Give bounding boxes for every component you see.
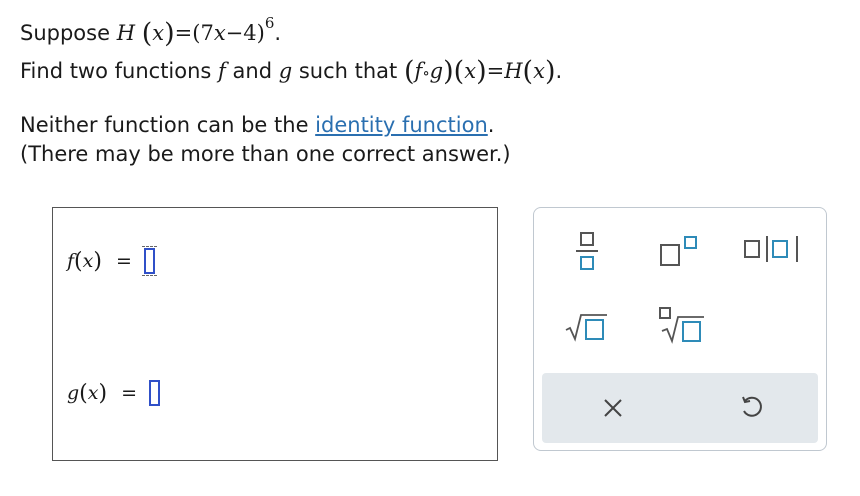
absolute-value-icon[interactable] xyxy=(744,236,804,262)
g-answer-row: g (x) = xyxy=(67,380,160,406)
identity-function-link[interactable]: identity function xyxy=(315,113,488,137)
function-h-symbol: H xyxy=(116,21,136,45)
function-g-symbol: g xyxy=(429,59,444,83)
g-input[interactable] xyxy=(149,380,160,406)
equals-sign: = xyxy=(174,21,193,45)
equals-sign: = xyxy=(486,59,505,83)
g-label: g xyxy=(67,382,80,404)
action-bar xyxy=(542,373,818,443)
fraction-icon[interactable] xyxy=(576,232,598,272)
square-root-glyph xyxy=(565,314,607,342)
equals-sign: = xyxy=(115,250,132,272)
expression-base-end: −4) xyxy=(225,21,265,45)
function-g-symbol: g xyxy=(278,59,293,83)
question-line-4: (There may be more than one correct answ… xyxy=(20,142,511,166)
expression-base: (7 xyxy=(192,21,214,45)
compose-operator: ∘ xyxy=(422,64,430,82)
variable-x: x xyxy=(464,59,477,83)
variable-x: x xyxy=(87,382,99,404)
f-answer-row: f (x) = xyxy=(67,246,157,276)
function-h-symbol: H xyxy=(504,59,523,83)
f-input[interactable] xyxy=(141,246,157,276)
period: . xyxy=(487,113,495,137)
square-root-icon[interactable] xyxy=(564,312,608,342)
question-line-1: Suppose H (x)=(7x−4)6. xyxy=(20,14,282,49)
variable-x: x xyxy=(82,250,94,272)
question-text: Find two functions xyxy=(20,59,212,83)
function-f-symbol: f xyxy=(218,59,226,83)
f-label: f xyxy=(67,250,75,272)
period: . xyxy=(274,21,282,45)
question-text: Suppose xyxy=(20,21,111,45)
period: . xyxy=(555,59,563,83)
variable-x: x xyxy=(152,21,165,45)
question-text: such that xyxy=(298,59,398,83)
question-line-2: Find two functions f and g such that (f∘… xyxy=(20,56,563,87)
nth-root-icon[interactable] xyxy=(658,306,706,344)
math-palette xyxy=(533,207,827,451)
question-text: and xyxy=(232,59,273,83)
exponent-icon[interactable] xyxy=(660,234,698,268)
variable-x: x xyxy=(533,59,545,83)
close-icon xyxy=(604,399,622,417)
answer-box: f (x) = g (x) = xyxy=(52,207,498,461)
clear-button[interactable] xyxy=(600,395,626,421)
exponent: 6 xyxy=(264,14,275,32)
question-note: (There may be more than one correct answ… xyxy=(20,142,511,166)
equals-sign: = xyxy=(121,382,137,404)
undo-button[interactable] xyxy=(738,393,766,421)
undo-icon xyxy=(742,396,762,417)
nth-root-glyph xyxy=(659,307,704,344)
question-text: Neither function can be the xyxy=(20,113,309,137)
question-line-3: Neither function can be the identity fun… xyxy=(20,113,494,137)
variable-x: x xyxy=(213,21,226,45)
